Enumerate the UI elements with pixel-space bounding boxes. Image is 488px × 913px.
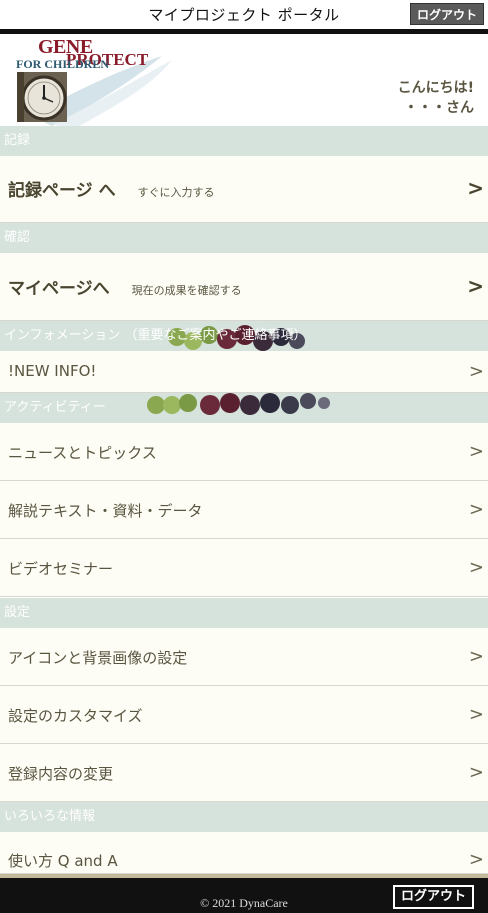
video-label: ビデオセミナー (8, 560, 114, 578)
faq-label: 使い方 Q and A (8, 852, 118, 870)
customize-label: 設定のカスタマイズ (8, 707, 143, 725)
texts-label: 解説テキスト・資料・データ (8, 502, 203, 520)
record-page-sub: すぐに入力する (137, 186, 215, 199)
my-page-title: マイページへ (8, 279, 110, 299)
chevron-right-icon: > (467, 274, 484, 298)
section-header-record: 記録 (0, 126, 488, 156)
faq-link[interactable]: 使い方 Q and A > (0, 832, 488, 874)
chevron-right-icon: > (468, 361, 484, 382)
chevron-right-icon: > (468, 849, 484, 870)
grapes-decoration-lower (147, 393, 330, 415)
my-page-label: マイページへ 現在の成果を確認する (8, 274, 242, 299)
record-page-label: 記録ページ へ すぐに入力する (8, 176, 215, 201)
news-label: ニュースとトピックス (8, 444, 157, 462)
registration-label: 登録内容の変更 (8, 765, 114, 783)
customize-link[interactable]: 設定のカスタマイズ > (0, 686, 488, 744)
texts-link[interactable]: 解説テキスト・資料・データ > (0, 481, 488, 539)
section-activity-label: アクティビティー (4, 400, 106, 415)
chevron-right-icon: > (468, 499, 484, 520)
brand-logo: GENE PROTECT FOR CHILDREN (12, 36, 192, 126)
section-header-confirm: 確認 (0, 223, 488, 253)
hero-banner: GENE PROTECT FOR CHILDREN こんにちは! ・・・さん (0, 34, 488, 126)
chevron-right-icon: > (468, 557, 484, 578)
news-link[interactable]: ニュースとトピックス > (0, 423, 488, 481)
new-info-label: !NEW INFO! (8, 362, 97, 380)
section-info-label: インフォメーション （重要なご案内やご連絡事項） (4, 328, 307, 343)
chevron-right-icon: > (468, 441, 484, 462)
clock-image (17, 72, 67, 122)
video-link[interactable]: ビデオセミナー > (0, 539, 488, 597)
top-bar: マイプロジェクト ポータル ログアウト (0, 0, 488, 34)
chevron-right-icon: > (468, 704, 484, 725)
chevron-right-icon: > (467, 176, 484, 200)
section-header-activity: アクティビティー (0, 393, 488, 423)
my-page-link[interactable]: マイページへ 現在の成果を確認する > (0, 253, 488, 321)
section-header-settings: 設定 (0, 598, 488, 628)
icon-bg-label: アイコンと背景画像の設定 (8, 649, 188, 667)
logout-button-top[interactable]: ログアウト (409, 3, 484, 25)
my-page-sub: 現在の成果を確認する (131, 284, 242, 297)
section-header-info: インフォメーション （重要なご案内やご連絡事項） (0, 321, 488, 351)
registration-link[interactable]: 登録内容の変更 > (0, 744, 488, 802)
footer: © 2021 DynaCare ログアウト (0, 874, 488, 913)
icon-bg-settings-link[interactable]: アイコンと背景画像の設定 > (0, 628, 488, 686)
record-page-link[interactable]: 記録ページ へ すぐに入力する > (0, 156, 488, 223)
chevron-right-icon: > (468, 646, 484, 667)
logout-button-bottom[interactable]: ログアウト (392, 885, 474, 909)
record-page-title: 記録ページ へ (8, 181, 116, 201)
section-header-misc: いろいろな情報 (0, 802, 488, 832)
logo-children-text: FOR CHILDREN (16, 57, 110, 71)
greeting: こんにちは! ・・・さん (398, 78, 474, 118)
greeting-user: ・・・さん (404, 100, 474, 116)
chevron-right-icon: > (468, 762, 484, 783)
new-info-link[interactable]: !NEW INFO! > (0, 351, 488, 393)
greeting-hello: こんにちは! (397, 80, 474, 96)
